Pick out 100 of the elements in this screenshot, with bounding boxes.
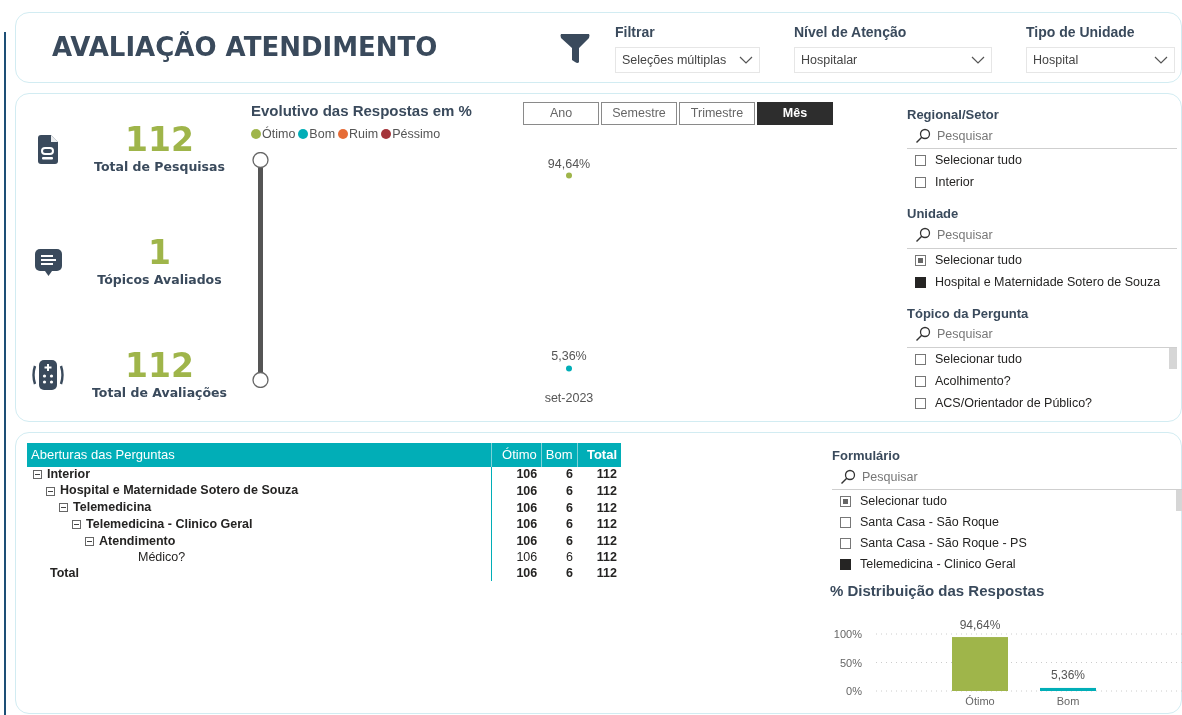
dashboard-title: AVALIAÇÃO ATENDIMENTO xyxy=(52,30,439,64)
table-cell: 106 xyxy=(491,516,542,534)
chart-title: Evolutivo das Respostas em % xyxy=(251,101,473,121)
checkbox[interactable] xyxy=(840,559,851,571)
legend-label: Ótimo xyxy=(262,125,296,143)
chat-icon xyxy=(34,248,62,277)
table-cell-text: 6 xyxy=(565,483,574,500)
period-tab[interactable]: Mês xyxy=(757,102,833,125)
column-header: Aberturas das Perguntas xyxy=(27,443,492,467)
table-cell-text: 6 xyxy=(565,500,574,517)
slider-handle[interactable] xyxy=(252,151,269,168)
slider-handle[interactable] xyxy=(252,371,269,388)
slicer-option[interactable]: Selecionar tudo xyxy=(935,153,1022,169)
row-label: Total xyxy=(50,565,79,580)
slicer-option[interactable]: Selecionar tudo xyxy=(935,252,1022,268)
legend-label: Péssimo xyxy=(392,126,441,143)
chevron-down-icon xyxy=(1154,56,1168,64)
row-label: Interior xyxy=(47,466,91,482)
device-icon xyxy=(32,359,64,392)
axis-label: Ótimo xyxy=(965,694,995,707)
kpi-value: 1 xyxy=(148,234,171,272)
table-cell: 106 xyxy=(491,500,542,517)
collapse-icon[interactable] xyxy=(46,486,55,496)
period-tab[interactable]: Trimestre xyxy=(679,102,755,125)
collapse-icon[interactable] xyxy=(59,503,68,513)
table-cell: 106 xyxy=(491,550,542,566)
checkbox[interactable] xyxy=(915,254,926,266)
filter-label: Tipo de Unidade xyxy=(1026,23,1136,42)
kpi-label: Tópicos Avaliados xyxy=(97,271,222,290)
slicer-option[interactable]: Selecionar tudo xyxy=(860,494,947,510)
axis-label: Bom xyxy=(1056,694,1080,707)
axis-label: set-2023 xyxy=(544,390,594,405)
checkbox[interactable] xyxy=(915,155,926,167)
row-label: Telemedicina xyxy=(73,500,152,516)
kpi-label: Total de Avaliações xyxy=(92,384,227,403)
kpi-value: 112 xyxy=(125,122,194,159)
checkbox[interactable] xyxy=(915,353,926,365)
chevron-down-icon xyxy=(739,56,753,64)
table-cell-text: 6 xyxy=(565,516,574,534)
data-label: 94,64% xyxy=(959,617,1001,632)
slicer-option[interactable]: Santa Casa - São Roque - PS xyxy=(860,536,1027,552)
table-cell: 106 xyxy=(491,533,542,551)
axis-tick-label: 100% xyxy=(833,627,862,640)
axis-tick-label: 50% xyxy=(839,656,862,669)
table-cell-text: 112 xyxy=(595,483,618,500)
collapse-icon[interactable] xyxy=(85,536,94,546)
slicer-option[interactable]: Santa Casa - São Roque xyxy=(860,515,999,531)
slicer-title: Regional/Setor xyxy=(907,106,1000,124)
period-tab[interactable]: Ano xyxy=(523,102,599,125)
slicer-title: Formulário xyxy=(832,447,901,465)
search-icon xyxy=(840,468,856,485)
slicer-option[interactable]: Interior xyxy=(935,175,974,191)
table-cell: 106 xyxy=(491,483,542,500)
checkbox[interactable] xyxy=(915,397,926,409)
collapse-icon[interactable] xyxy=(33,469,42,479)
row-label: Telemedicina - Clinico Geral xyxy=(86,516,253,533)
data-label: 94,64% xyxy=(547,156,591,171)
checkbox[interactable] xyxy=(915,177,926,189)
data-label: 5,36% xyxy=(1051,667,1085,682)
column-header: Total xyxy=(577,443,621,467)
table-cell-text: 112 xyxy=(595,516,618,534)
slicer-option[interactable]: Selecionar tudo xyxy=(935,351,1022,367)
filter-dropdown[interactable]: Hospital xyxy=(1026,47,1175,73)
axis-tick-label: 0% xyxy=(846,684,862,697)
table-cell-text: 6 xyxy=(565,550,574,566)
table-cell-text: 112 xyxy=(595,500,618,517)
scrollbar[interactable] xyxy=(1169,347,1177,369)
table-cell: 106 xyxy=(491,466,542,484)
legend-label: Bom xyxy=(309,126,336,143)
search-icon xyxy=(915,326,931,343)
checkbox[interactable] xyxy=(915,276,926,288)
column-header: Bom xyxy=(541,443,577,467)
checkbox[interactable] xyxy=(840,517,851,529)
scrollbar[interactable] xyxy=(1176,490,1182,512)
filter-label: Nível de Atenção xyxy=(794,23,908,42)
slicer-option[interactable]: Hospital e Maternidade Sotero de Souza xyxy=(935,274,1161,290)
collapse-icon[interactable] xyxy=(72,520,81,529)
legend-label: Ruim xyxy=(349,126,379,143)
filter-dropdown[interactable]: Seleções múltiplas xyxy=(615,47,760,73)
slicer-option[interactable]: ACS/Orientador de Público? xyxy=(935,395,1093,411)
column-header: Ótimo xyxy=(491,443,542,467)
kpi-label: Total de Pesquisas xyxy=(94,158,225,177)
checkbox[interactable] xyxy=(840,496,851,508)
period-tab[interactable]: Semestre xyxy=(601,102,677,125)
filter-dropdown[interactable]: Hospitalar xyxy=(794,47,992,73)
checkbox[interactable] xyxy=(840,538,851,550)
table-cell-text: 112 xyxy=(595,565,618,582)
table-cell-text: 112 xyxy=(595,533,618,551)
search-icon xyxy=(915,227,931,244)
filter-icon xyxy=(560,31,590,64)
table-cell: 6 xyxy=(541,466,577,484)
slicer-title: Unidade xyxy=(907,205,960,224)
slicer-option[interactable]: Acolhimento? xyxy=(935,373,1011,389)
row-label: Médico? xyxy=(138,550,186,566)
table-cell-text: 6 xyxy=(565,533,574,551)
data-label: 5,36% xyxy=(551,349,587,364)
checkbox[interactable] xyxy=(915,375,926,387)
chevron-down-icon xyxy=(971,56,985,64)
slicer-option[interactable]: Telemedicina - Clinico Geral xyxy=(860,557,1016,573)
filter-label: Filtrar xyxy=(615,23,656,42)
